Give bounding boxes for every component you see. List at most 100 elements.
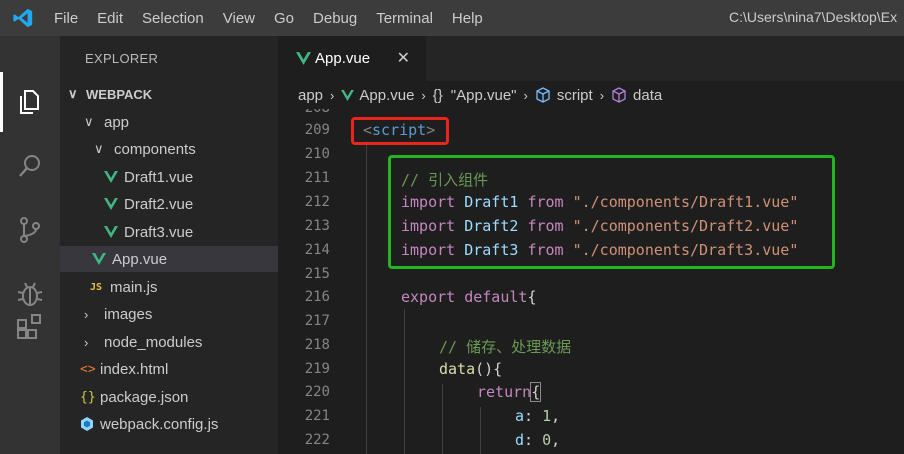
tree-item-label: App.vue — [112, 250, 168, 268]
chevron-right-icon: › — [84, 306, 89, 322]
tree-item-label: Draft3.vue — [124, 223, 194, 241]
folder-node-modules[interactable]: › node_modules — [60, 329, 278, 355]
menu-view[interactable]: View — [223, 10, 255, 27]
indent-guide — [442, 384, 443, 454]
code-line-221: a: 1, — [515, 407, 561, 425]
code-line-216: export default{ — [401, 288, 537, 306]
tree-item-label: node_modules — [104, 333, 203, 351]
vscode-logo-icon — [13, 8, 33, 28]
file-draft1-vue[interactable]: Draft1.vue — [60, 164, 278, 190]
explorer-title: EXPLORER — [85, 51, 159, 66]
menu-go[interactable]: Go — [274, 10, 294, 27]
file-index-html[interactable]: <> index.html — [60, 356, 278, 382]
tab-bar: App.vue ✕ — [278, 36, 904, 81]
indent-guide — [366, 141, 367, 454]
window-title: C:\Users\nina7\Desktop\Ex — [729, 9, 898, 25]
file-webpack-config[interactable]: webpack.config.js — [60, 411, 278, 437]
tree-item-label: Draft2.vue — [124, 195, 194, 213]
extensions-icon[interactable] — [12, 308, 48, 344]
tab-label: App.vue — [315, 50, 371, 67]
breadcrumb-script[interactable]: script — [557, 87, 593, 104]
menu-terminal[interactable]: Terminal — [376, 10, 433, 27]
vue-file-icon — [104, 171, 118, 183]
vue-file-icon — [341, 89, 355, 101]
menu-help[interactable]: Help — [452, 10, 483, 27]
vue-file-icon — [92, 253, 106, 265]
line-number: 209 — [304, 122, 330, 138]
file-main-js[interactable]: JS main.js — [60, 274, 278, 300]
code-line-220: return{ — [477, 382, 542, 402]
workspace-section-header[interactable]: ∨ WEBPACK — [60, 81, 278, 107]
workspace-name: WEBPACK — [86, 86, 153, 102]
code-line-222: d: 0, — [515, 431, 561, 449]
search-icon[interactable] — [12, 148, 48, 184]
highlight-box-red — [351, 117, 449, 145]
tree-item-label: main.js — [110, 278, 158, 296]
tree-item-label: Draft1.vue — [124, 168, 194, 186]
line-number: 215 — [304, 266, 330, 282]
tree-item-label: index.html — [100, 360, 169, 378]
line-number: 214 — [304, 242, 330, 258]
file-draft2-vue[interactable]: Draft2.vue — [60, 191, 278, 217]
line-number: 217 — [304, 313, 330, 329]
line-number: 216 — [304, 289, 330, 305]
js-file-icon: JS — [90, 281, 103, 293]
chevron-down-icon: ∨ — [68, 86, 78, 101]
chevron-right-icon: › — [421, 87, 426, 103]
line-number: 210 — [304, 146, 330, 162]
file-package-json[interactable]: {} package.json — [60, 384, 278, 410]
debug-icon[interactable] — [12, 276, 48, 312]
code-editor[interactable]: 208 209 210 211 212 213 214 215 216 217 … — [278, 109, 904, 454]
tree-item-label: package.json — [100, 388, 189, 406]
folder-images[interactable]: › images — [60, 301, 278, 327]
tree-item-label: components — [114, 140, 196, 158]
tree-item-label: app — [104, 113, 130, 131]
explorer-icon[interactable] — [12, 84, 48, 120]
breadcrumb-data[interactable]: data — [633, 87, 662, 104]
tree-item-label: images — [104, 305, 153, 323]
webpack-file-icon — [81, 417, 93, 431]
indent-guide — [404, 309, 405, 454]
module-icon: {} — [432, 86, 443, 104]
line-number: 208 — [278, 109, 330, 116]
line-number: 211 — [304, 170, 330, 186]
highlight-box-green — [388, 155, 835, 269]
vue-file-icon — [296, 52, 311, 65]
active-indicator — [0, 72, 3, 132]
chevron-right-icon: › — [84, 334, 89, 350]
breadcrumb-module[interactable]: "App.vue" — [451, 87, 517, 104]
line-number: 218 — [304, 337, 330, 353]
chevron-right-icon: › — [599, 87, 605, 103]
file-draft3-vue[interactable]: Draft3.vue — [60, 219, 278, 245]
folder-app[interactable]: ∨ app — [60, 109, 278, 135]
tab-app-vue[interactable]: App.vue ✕ — [278, 36, 426, 81]
vue-file-icon — [104, 226, 118, 238]
symbol-cube-icon — [612, 87, 626, 103]
html-file-icon: <> — [80, 361, 96, 377]
line-number: 221 — [304, 408, 330, 424]
symbol-cube-icon — [536, 87, 550, 103]
line-number: 213 — [304, 218, 330, 234]
line-number: 220 — [304, 384, 330, 400]
folder-components[interactable]: ∨ components — [60, 136, 278, 162]
menu-selection[interactable]: Selection — [142, 10, 204, 27]
tree-item-label: webpack.config.js — [100, 415, 219, 433]
chevron-right-icon: › — [523, 87, 528, 103]
line-number: 222 — [304, 432, 330, 448]
breadcrumb-app-vue[interactable]: App.vue — [359, 87, 414, 104]
line-number: 219 — [304, 361, 330, 377]
source-control-icon[interactable] — [12, 212, 48, 248]
menu-bar: File Edit Selection View Go Debug Termin… — [54, 0, 502, 36]
file-app-vue[interactable]: App.vue — [60, 246, 278, 272]
breadcrumb: app › App.vue › {} "App.vue" › script › … — [278, 81, 904, 109]
menu-file[interactable]: File — [54, 10, 78, 27]
indent-guide — [480, 407, 481, 454]
chevron-down-icon: ∨ — [84, 114, 94, 129]
code-line-218: // 储存、处理数据 — [439, 338, 572, 356]
json-file-icon: {} — [80, 389, 96, 405]
close-icon[interactable]: ✕ — [397, 48, 410, 67]
breadcrumb-app[interactable]: app — [298, 87, 323, 104]
menu-debug[interactable]: Debug — [313, 10, 357, 27]
menu-edit[interactable]: Edit — [97, 10, 123, 27]
title-bar: File Edit Selection View Go Debug Termin… — [0, 0, 904, 36]
